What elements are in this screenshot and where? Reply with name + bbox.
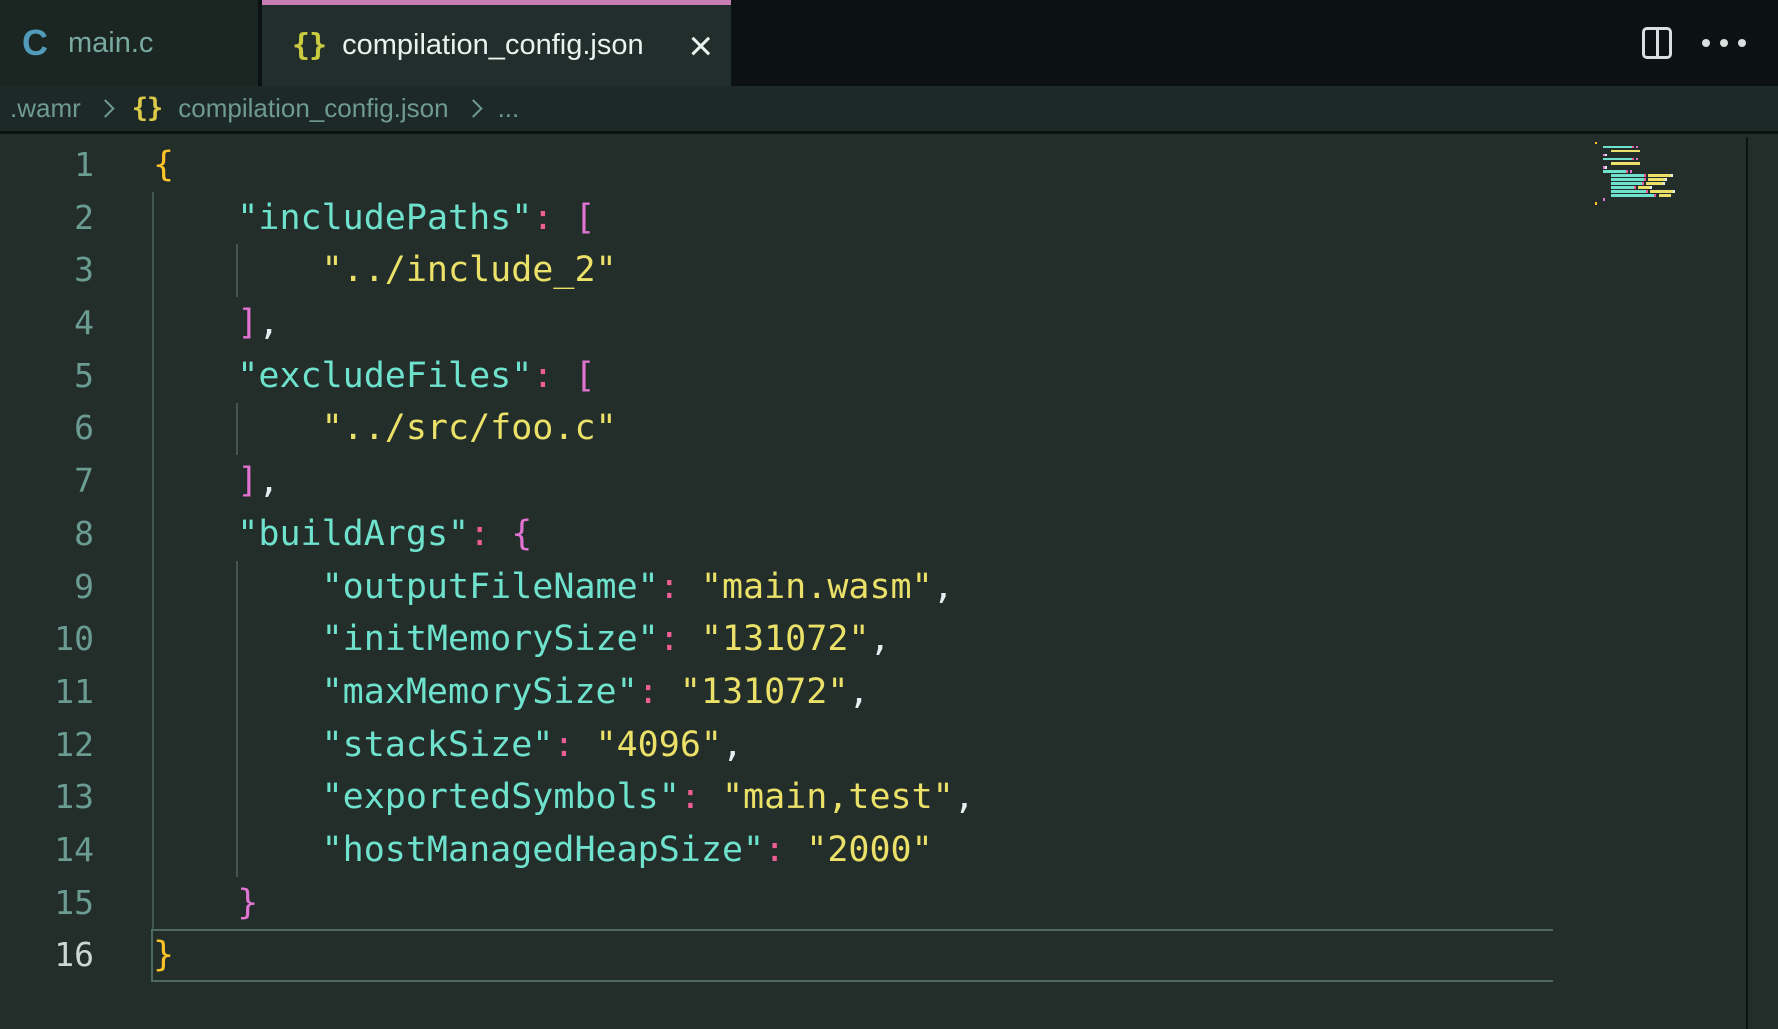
line-number: 4: [0, 297, 94, 350]
line-number: 8: [0, 508, 94, 561]
line-number: 2: [0, 192, 94, 245]
tab-main-c[interactable]: C main.c: [0, 0, 258, 86]
code-text: "stackSize": "4096",: [94, 719, 743, 772]
close-tab-icon[interactable]: ×: [688, 25, 713, 67]
code-text: "hostManagedHeapSize": "2000": [94, 824, 933, 877]
c-file-icon: C: [22, 22, 48, 64]
minimap-line: [1595, 202, 1745, 206]
tab-bar: C main.c {} compilation_config.json ×: [0, 0, 1778, 86]
breadcrumb-folder[interactable]: .wamr: [10, 93, 81, 124]
chevron-right-icon: [96, 99, 114, 117]
json-braces-icon: {}: [292, 28, 326, 63]
line-number: 10: [0, 613, 94, 666]
code-line[interactable]: 13 "exportedSymbols": "main,test",: [0, 771, 1778, 824]
code-editor[interactable]: 1{2 "includePaths": [3 "../include_2"4 ]…: [0, 137, 1778, 1029]
json-braces-icon: {}: [132, 93, 163, 124]
line-number: 16: [0, 929, 94, 982]
code-line[interactable]: 4 ],: [0, 297, 1778, 350]
minimap[interactable]: [1595, 141, 1745, 206]
breadcrumb-symbol[interactable]: ...: [498, 93, 520, 124]
code-text: "outputFileName": "main.wasm",: [94, 561, 954, 614]
line-number: 11: [0, 666, 94, 719]
line-number: 5: [0, 350, 94, 403]
code-text: {: [94, 139, 174, 192]
code-text: ],: [94, 297, 279, 350]
more-actions-icon[interactable]: [1700, 33, 1748, 53]
code-line[interactable]: 3 "../include_2": [0, 244, 1778, 297]
code-line[interactable]: 16}: [0, 929, 1778, 982]
code-line[interactable]: 12 "stackSize": "4096",: [0, 719, 1778, 772]
breadcrumb: .wamr {} compilation_config.json ...: [0, 86, 1778, 134]
editor-actions: [1642, 0, 1748, 86]
code-text: }: [94, 877, 258, 930]
code-text: "../include_2": [94, 244, 617, 297]
line-number: 1: [0, 139, 94, 192]
code-line[interactable]: 7 ],: [0, 455, 1778, 508]
scrollbar-track[interactable]: [1748, 137, 1778, 1029]
code-text: }: [94, 929, 174, 982]
code-text: "buildArgs": {: [94, 508, 532, 561]
code-line[interactable]: 14 "hostManagedHeapSize": "2000": [0, 824, 1778, 877]
tab-compilation-config-json[interactable]: {} compilation_config.json ×: [262, 0, 731, 86]
code-line[interactable]: 9 "outputFileName": "main.wasm",: [0, 561, 1778, 614]
line-number: 9: [0, 561, 94, 614]
code-line[interactable]: 11 "maxMemorySize": "131072",: [0, 666, 1778, 719]
code-text: "maxMemorySize": "131072",: [94, 666, 869, 719]
code-line[interactable]: 1{: [0, 139, 1778, 192]
code-text: "excludeFiles": [: [94, 350, 596, 403]
line-number: 14: [0, 824, 94, 877]
code-line[interactable]: 2 "includePaths": [: [0, 192, 1778, 245]
line-number: 12: [0, 719, 94, 772]
code-text: "../src/foo.c": [94, 402, 617, 455]
code-line[interactable]: 8 "buildArgs": {: [0, 508, 1778, 561]
line-number: 13: [0, 771, 94, 824]
tab-label-main-c: main.c: [68, 27, 153, 60]
chevron-right-icon: [464, 99, 482, 117]
code-text: "initMemorySize": "131072",: [94, 613, 891, 666]
code-line[interactable]: 15 }: [0, 877, 1778, 930]
code-text: ],: [94, 455, 279, 508]
code-lines: 1{2 "includePaths": [3 "../include_2"4 ]…: [0, 139, 1778, 982]
line-number: 6: [0, 402, 94, 455]
breadcrumb-file[interactable]: compilation_config.json: [178, 93, 448, 124]
code-line[interactable]: 6 "../src/foo.c": [0, 402, 1778, 455]
vscode-window: { "tab_bar": { "tabs": [ { "label": "mai…: [0, 0, 1778, 1029]
code-line[interactable]: 10 "initMemorySize": "131072",: [0, 613, 1778, 666]
split-editor-icon[interactable]: [1642, 27, 1672, 59]
line-number: 3: [0, 244, 94, 297]
tab-label-compilation-config-json: compilation_config.json: [342, 29, 688, 62]
code-text: "includePaths": [: [94, 192, 596, 245]
code-text: "exportedSymbols": "main,test",: [94, 771, 975, 824]
line-number: 7: [0, 455, 94, 508]
line-number: 15: [0, 877, 94, 930]
code-line[interactable]: 5 "excludeFiles": [: [0, 350, 1778, 403]
